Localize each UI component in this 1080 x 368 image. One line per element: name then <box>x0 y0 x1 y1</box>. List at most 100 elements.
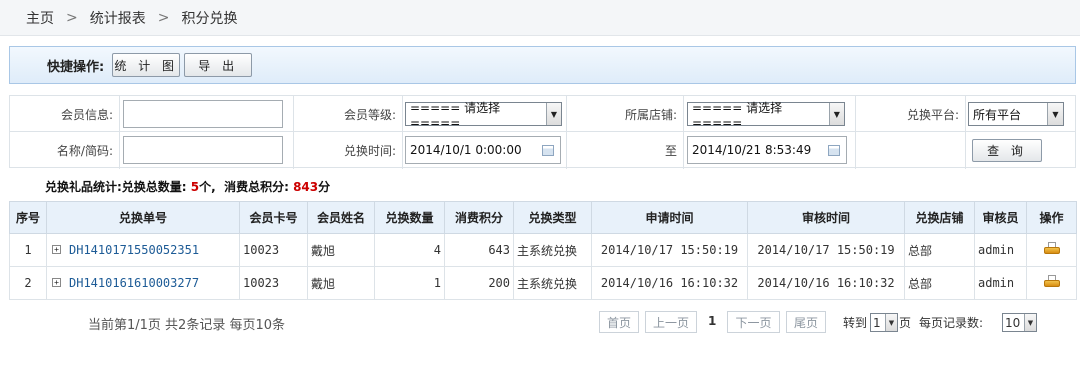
store-label: 所属店铺: <box>624 107 677 122</box>
exchange-table: 序号 兑换单号 会员卡号 会员姓名 兑换数量 消费积分 兑换类型 申请时间 审核… <box>9 201 1077 300</box>
prev-page-button[interactable]: 上一页 <box>645 311 697 333</box>
column-header: 审核时间 <box>747 201 905 234</box>
breadcrumb-home[interactable]: 主页 <box>26 8 54 28</box>
apply-time: 2014/10/17 15:50:19 <box>591 233 748 267</box>
member-level-label: 会员等级: <box>343 107 396 122</box>
exchange-summary: 兑换礼品统计:兑换总数量: 5个, 消费总积分: 843分 <box>45 178 330 195</box>
breadcrumb-current: 积分兑换 <box>181 10 238 27</box>
chevron-down-icon: ▼ <box>545 103 561 125</box>
column-header: 操作 <box>1026 201 1077 234</box>
goto-page-value: 1 <box>873 315 881 330</box>
quick-ops-label: 快捷操作: <box>47 59 105 75</box>
exchange-type: 主系统兑换 <box>513 233 592 267</box>
platform-selected: 所有平台 <box>973 107 1022 122</box>
expand-icon[interactable]: + <box>52 278 61 287</box>
exchange-type: 主系统兑换 <box>513 266 592 300</box>
goto-label: 转到 <box>843 316 868 330</box>
table-header-row: 序号 兑换单号 会员卡号 会员姓名 兑换数量 消费积分 兑换类型 申请时间 审核… <box>9 201 1077 234</box>
row-number: 2 <box>9 266 47 300</box>
total-points: 843 <box>293 180 319 194</box>
first-page-button[interactable]: 首页 <box>599 311 639 333</box>
exchange-store: 总部 <box>904 266 975 300</box>
chevron-down-icon: ▼ <box>1047 103 1063 125</box>
order-cell: + DH1410161610003277 <box>46 266 240 300</box>
page-unit: 页 <box>899 316 912 330</box>
expand-icon[interactable]: + <box>52 245 61 254</box>
current-page: 1 <box>708 314 717 328</box>
platform-select[interactable]: 所有平台 ▼ <box>968 102 1064 126</box>
print-icon[interactable] <box>1043 274 1060 289</box>
chart-button[interactable]: 统 计 图 <box>112 53 181 77</box>
column-header: 会员姓名 <box>307 201 375 234</box>
member-level-selected: ===== 请选择 ===== <box>410 100 501 130</box>
exchange-store: 总部 <box>904 233 975 267</box>
calendar-icon[interactable] <box>542 144 554 156</box>
points-spent: 200 <box>444 266 514 300</box>
order-link[interactable]: DH1410171550052351 <box>69 243 199 257</box>
member-level-select[interactable]: ===== 请选择 ===== ▼ <box>405 101 562 130</box>
time-end-input[interactable]: 2014/10/21 8:53:49 <box>687 136 847 164</box>
chevron-down-icon: ▼ <box>1024 314 1036 331</box>
filter-panel: 会员信息: 会员等级: ===== 请选择 ===== ▼ 所属店铺: ====… <box>9 95 1076 169</box>
breadcrumb: 主页 > 统计报表 > 积分兑换 <box>0 0 1080 36</box>
audit-time: 2014/10/17 15:50:19 <box>747 233 905 267</box>
member-info-input[interactable] <box>123 100 283 128</box>
points-label: 消费总积分: <box>224 180 289 194</box>
column-header: 序号 <box>9 201 47 234</box>
breadcrumb-separator: > <box>157 9 170 26</box>
card-number: 10023 <box>239 266 308 300</box>
column-header: 审核员 <box>974 201 1027 234</box>
platform-label: 兑换平台: <box>906 107 959 122</box>
chevron-down-icon: ▼ <box>885 314 897 331</box>
per-page-value: 10 <box>1005 315 1021 330</box>
column-header: 兑换店铺 <box>904 201 975 234</box>
time-start-input[interactable]: 2014/10/1 0:00:00 <box>405 136 561 164</box>
next-page-button[interactable]: 下一页 <box>727 311 780 333</box>
points-spent: 643 <box>444 233 514 267</box>
column-header: 兑换单号 <box>46 201 240 234</box>
name-input[interactable] <box>123 136 283 164</box>
last-page-button[interactable]: 尾页 <box>786 311 826 333</box>
column-header: 申请时间 <box>591 201 748 234</box>
auditor: admin <box>974 266 1027 300</box>
goto-page-select[interactable]: 1 ▼ <box>870 313 898 332</box>
export-button[interactable]: 导 出 <box>184 53 253 77</box>
calendar-icon[interactable] <box>828 144 840 156</box>
member-name: 戴旭 <box>307 266 375 300</box>
exchange-qty: 1 <box>374 266 445 300</box>
store-select[interactable]: ===== 请选择 ===== ▼ <box>687 101 845 130</box>
summary-prefix: 兑换礼品统计:兑换总数量: <box>45 180 187 194</box>
column-header: 兑换类型 <box>513 201 592 234</box>
time-label: 兑换时间: <box>343 143 396 158</box>
order-link[interactable]: DH1410161610003277 <box>69 276 199 290</box>
row-number: 1 <box>9 233 47 267</box>
time-end-value: 2014/10/21 8:53:49 <box>692 143 812 157</box>
audit-time: 2014/10/16 16:10:32 <box>747 266 905 300</box>
total-count: 5 <box>190 180 200 194</box>
name-label: 名称/简码: <box>56 143 113 158</box>
column-header: 会员卡号 <box>239 201 308 234</box>
action-cell <box>1026 233 1077 267</box>
query-button[interactable]: 查 询 <box>972 138 1042 162</box>
print-icon[interactable] <box>1043 241 1060 256</box>
per-page-label: 每页记录数: <box>919 316 984 330</box>
order-cell: + DH1410171550052351 <box>46 233 240 267</box>
breadcrumb-separator: > <box>66 9 78 26</box>
member-name: 戴旭 <box>307 233 375 267</box>
chevron-down-icon: ▼ <box>828 103 844 125</box>
count-unit: 个, <box>199 180 216 194</box>
card-number: 10023 <box>239 233 308 267</box>
column-header: 消费积分 <box>444 201 514 234</box>
action-cell <box>1026 266 1077 300</box>
table-row: 1 + DH1410171550052351 10023 戴旭 4 643 主系统… <box>9 233 1077 267</box>
to-label: 至 <box>664 143 677 158</box>
time-start-value: 2014/10/1 0:00:00 <box>410 143 522 157</box>
member-info-label: 会员信息: <box>60 107 113 122</box>
column-header: 兑换数量 <box>374 201 445 234</box>
breadcrumb-section[interactable]: 统计报表 <box>90 8 146 28</box>
auditor: admin <box>974 233 1027 267</box>
store-selected: ===== 请选择 ===== <box>692 100 783 130</box>
table-row: 2 + DH1410161610003277 10023 戴旭 1 200 主系统… <box>9 266 1077 300</box>
per-page-select[interactable]: 10 ▼ <box>1002 313 1037 332</box>
apply-time: 2014/10/16 16:10:32 <box>591 266 748 300</box>
